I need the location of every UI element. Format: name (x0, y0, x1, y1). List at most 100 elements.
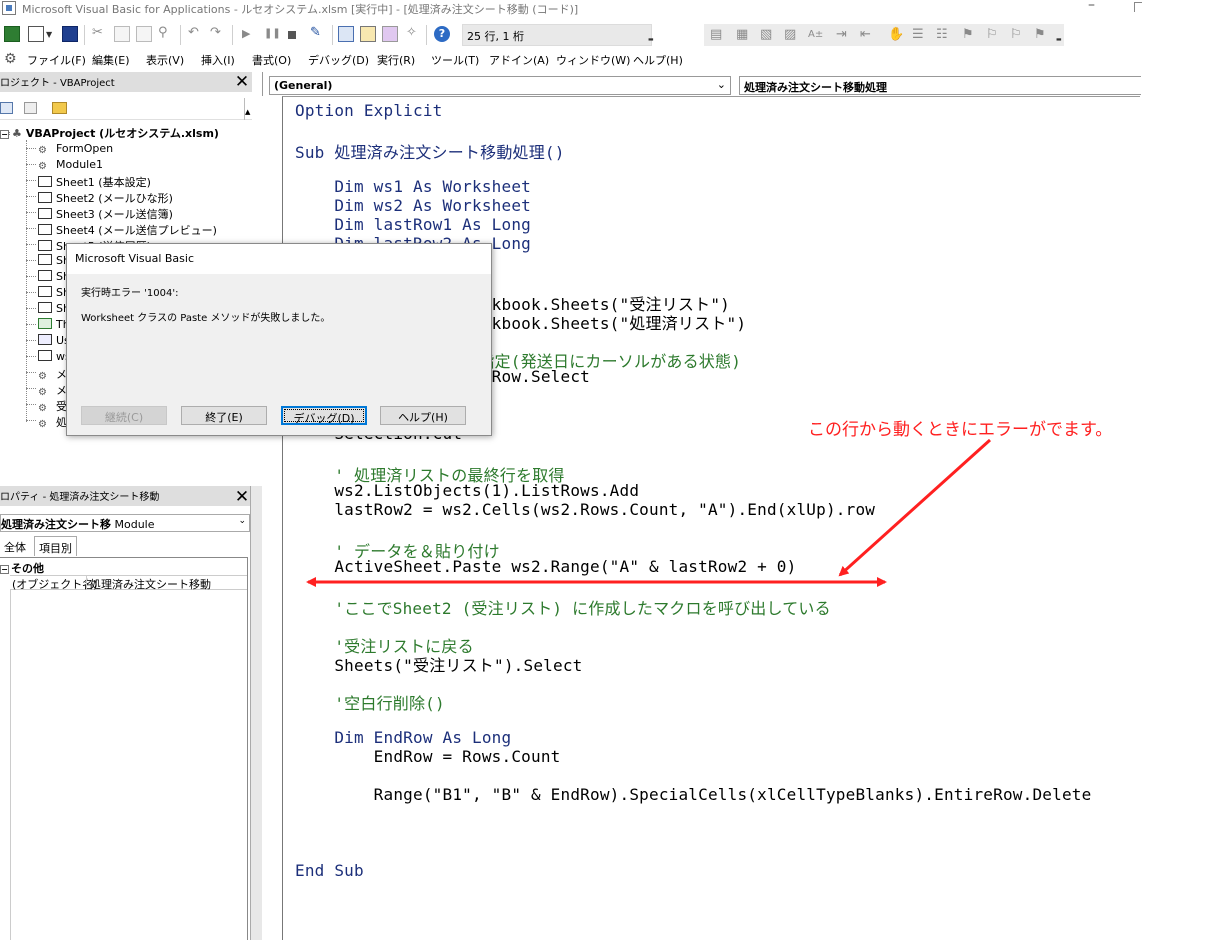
module-icon: ⚙ (38, 419, 47, 430)
object-browser-icon[interactable] (382, 26, 398, 42)
code-line[interactable]: Dim lastRow1 As Long (295, 215, 531, 234)
toggle-folders-icon[interactable] (52, 102, 67, 114)
help-icon[interactable]: ? (434, 26, 450, 42)
tree-item[interactable]: ⚙ Module1 (26, 158, 103, 172)
save-icon[interactable] (62, 26, 78, 42)
list-constants-icon[interactable]: ▦ (736, 27, 748, 42)
comment-block-icon[interactable]: ☰ (912, 27, 924, 42)
paste-icon[interactable] (136, 26, 152, 42)
end-button[interactable]: 終了(E) (181, 406, 267, 425)
code-line[interactable]: Dim ws1 As Worksheet (295, 177, 531, 196)
continue-button[interactable]: 継続(C) (81, 406, 167, 425)
reset-icon[interactable] (288, 31, 296, 39)
margin-indicator-bar[interactable] (262, 96, 282, 940)
code-line[interactable]: Sheets("受注リスト").Select (295, 652, 583, 676)
view-object-icon[interactable] (24, 102, 37, 114)
insert-form-icon[interactable] (28, 26, 44, 42)
break-icon[interactable]: ❚❚ (264, 28, 281, 39)
menu-run[interactable]: 実行(R) (377, 52, 415, 68)
tree-connector (26, 356, 36, 357)
view-code-icon[interactable] (0, 102, 13, 114)
chevron-down-icon[interactable]: ⌄ (717, 78, 726, 91)
properties-category-row[interactable]: − その他 (0, 560, 247, 575)
menu-help[interactable]: ヘルプ(H) (633, 52, 683, 68)
properties-pane-close-button[interactable]: ✕ (233, 488, 251, 506)
indent-icon[interactable]: ⇥ (836, 27, 847, 42)
design-mode-icon[interactable]: ✎ (310, 25, 321, 40)
tree-item[interactable]: Sheet1 (基本設定) (26, 174, 151, 190)
menu-tools[interactable]: ツール(T) (431, 52, 479, 68)
copy-icon[interactable] (114, 26, 130, 42)
object-combo[interactable]: (General) ⌄ (269, 76, 731, 95)
tree-item[interactable]: ⚙ 受 (26, 398, 67, 414)
vba-menu-icon[interactable]: ⚙ (4, 51, 17, 67)
properties-row[interactable]: (オブジェクト名) 処理済み注文シート移動 (10, 575, 247, 592)
dropdown-arrow-icon[interactable]: ▼ (46, 30, 52, 39)
find-icon[interactable]: ⚲ (158, 25, 168, 40)
menu-edit[interactable]: 編集(E) (92, 52, 130, 68)
debug-button[interactable]: デバッグ(D) (281, 406, 367, 425)
toggle-breakpoint-icon[interactable]: ✋ (888, 27, 904, 42)
tab-alphabetic[interactable]: 全体 (0, 536, 30, 556)
cut-icon[interactable]: ✂ (92, 25, 103, 40)
tree-item[interactable]: ⚙ FormOpen (26, 142, 113, 156)
redo-icon[interactable]: ↷ (210, 25, 221, 40)
menu-format[interactable]: 書式(O) (252, 52, 291, 68)
outdent-icon[interactable]: ⇤ (860, 27, 871, 42)
pane-splitter[interactable] (250, 486, 262, 940)
code-line[interactable]: Option Explicit (295, 101, 443, 120)
tree-item[interactable]: Sheet3 (メール送信簿) (26, 206, 173, 222)
scroll-up-icon[interactable]: ▲ (244, 98, 252, 120)
uncomment-block-icon[interactable]: ☷ (936, 27, 948, 42)
chevron-down-icon[interactable]: ⌄ (238, 516, 246, 526)
collapse-toggle-icon[interactable]: − (0, 565, 9, 574)
toolbar-grip-icon[interactable]: ▬ (648, 36, 654, 43)
previous-bookmark-icon[interactable]: ⚐ (1010, 27, 1022, 42)
properties-window-icon[interactable] (360, 26, 376, 42)
help-button[interactable]: ヘルプ(H) (380, 406, 466, 425)
clear-bookmarks-icon[interactable]: ⚑ (1034, 27, 1046, 42)
menu-addins[interactable]: アドイン(A) (489, 52, 549, 68)
code-line[interactable]: Range("B1", "B" & EndRow).SpecialCells(x… (295, 785, 1092, 804)
next-bookmark-icon[interactable]: ⚐ (986, 27, 998, 42)
tree-root-vbaproject[interactable]: − ♣ VBAProject (ルセオシステム.xlsm) (0, 125, 219, 141)
menu-debug[interactable]: デバッグ(D) (308, 52, 369, 68)
collapse-toggle-icon[interactable]: − (0, 130, 9, 139)
code-line[interactable]: Sub 処理済み注文シート移動処理() (295, 139, 565, 163)
code-line[interactable]: EndRow = Rows.Count (295, 747, 561, 766)
tree-item[interactable]: Th (26, 318, 70, 331)
list-properties-icon[interactable]: ▤ (710, 27, 722, 42)
code-line[interactable]: Dim EndRow As Long (295, 728, 511, 747)
tree-item[interactable]: ⚙ メ (26, 366, 67, 382)
menu-view[interactable]: 表示(V) (146, 52, 184, 68)
tree-item[interactable]: Sheet4 (メール送信プレビュー) (26, 222, 217, 238)
tree-item[interactable]: ⚙ メ (26, 382, 67, 398)
toggle-bookmark-icon[interactable]: ⚑ (962, 27, 974, 42)
property-value[interactable]: 処理済み注文シート移動 (90, 576, 211, 592)
toolbar-grip-icon[interactable]: ▬ (1056, 36, 1062, 43)
menu-window[interactable]: ウィンドウ(W) (556, 52, 630, 68)
project-pane-close-button[interactable]: ✕ (233, 73, 251, 91)
menu-insert[interactable]: 挿入(I) (201, 52, 235, 68)
complete-word-icon[interactable]: A± (808, 29, 823, 40)
toolbox-icon[interactable]: ✧ (406, 25, 417, 40)
undo-icon[interactable]: ↶ (188, 25, 199, 40)
tab-categorized[interactable]: 項目別 (34, 536, 77, 556)
run-icon[interactable]: ▶ (242, 27, 250, 40)
code-line[interactable]: End Sub (295, 861, 364, 880)
excel-view-icon[interactable] (4, 26, 20, 42)
tree-item[interactable]: Sheet2 (メールひな形) (26, 190, 173, 206)
properties-object-combo[interactable]: 処理済み注文シート移 Module ⌄ (0, 514, 250, 532)
project-explorer-icon[interactable] (338, 26, 354, 42)
procedure-combo[interactable]: 処理済み注文シート移動処理 (739, 76, 1141, 95)
code-line[interactable]: '空白行削除() (295, 690, 445, 714)
minimize-button[interactable]: – (1088, 0, 1095, 13)
menu-file[interactable]: ファイル(F) (27, 52, 86, 68)
property-indent-line (10, 590, 11, 940)
annotation-pointer-arrow (838, 438, 992, 577)
code-line[interactable]: Dim ws2 As Worksheet (295, 196, 531, 215)
quick-info-icon[interactable]: ▧ (760, 27, 772, 42)
parameter-info-icon[interactable]: ▨ (784, 27, 796, 42)
tree-item[interactable]: ⚙ 処 (26, 414, 67, 430)
restore-button[interactable] (1134, 2, 1142, 12)
